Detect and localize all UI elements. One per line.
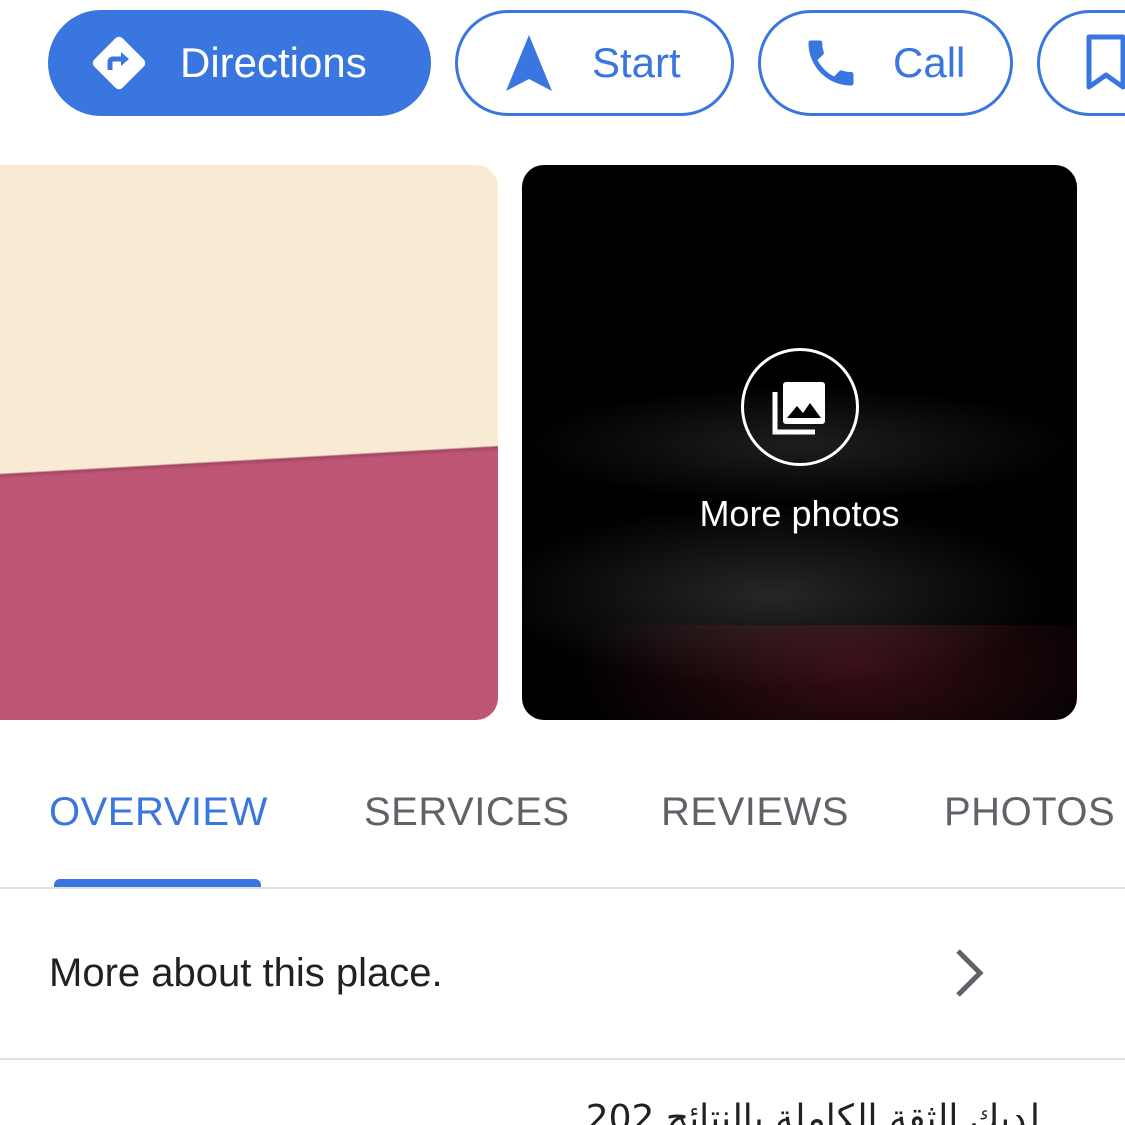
start-button[interactable]: Start <box>455 10 734 116</box>
tab-reviews[interactable]: REVIEWS <box>661 790 849 835</box>
more-photos-label: More photos <box>699 493 900 534</box>
tab-services[interactable]: SERVICES <box>364 790 570 835</box>
bookmark-icon <box>1084 33 1125 93</box>
directions-button[interactable]: Directions <box>48 10 431 116</box>
more-photos-tile[interactable]: More photos <box>522 165 1077 720</box>
start-label: Start <box>592 39 681 86</box>
tab-overview[interactable]: OVERVIEW <box>49 790 268 835</box>
more-about-row[interactable]: More about this place. <box>0 889 1125 1058</box>
phone-icon <box>801 33 861 93</box>
tab-photos[interactable]: PHOTOS <box>944 790 1115 835</box>
chevron-right-icon <box>950 947 990 999</box>
divider <box>0 1058 1125 1060</box>
directions-icon <box>86 30 152 96</box>
navigation-arrow-icon <box>502 33 556 93</box>
call-label: Call <box>893 39 966 86</box>
directions-label: Directions <box>180 39 367 86</box>
place-photo[interactable] <box>0 165 498 720</box>
photo-blur-background <box>522 625 1077 720</box>
description-text: لديك الثقة الكاملة بالنتائج 202 <box>585 1098 1040 1125</box>
more-about-label: More about this place. <box>49 951 443 995</box>
photo-library-icon <box>741 348 859 466</box>
call-button[interactable]: Call <box>758 10 1013 116</box>
save-button[interactable] <box>1037 10 1125 116</box>
